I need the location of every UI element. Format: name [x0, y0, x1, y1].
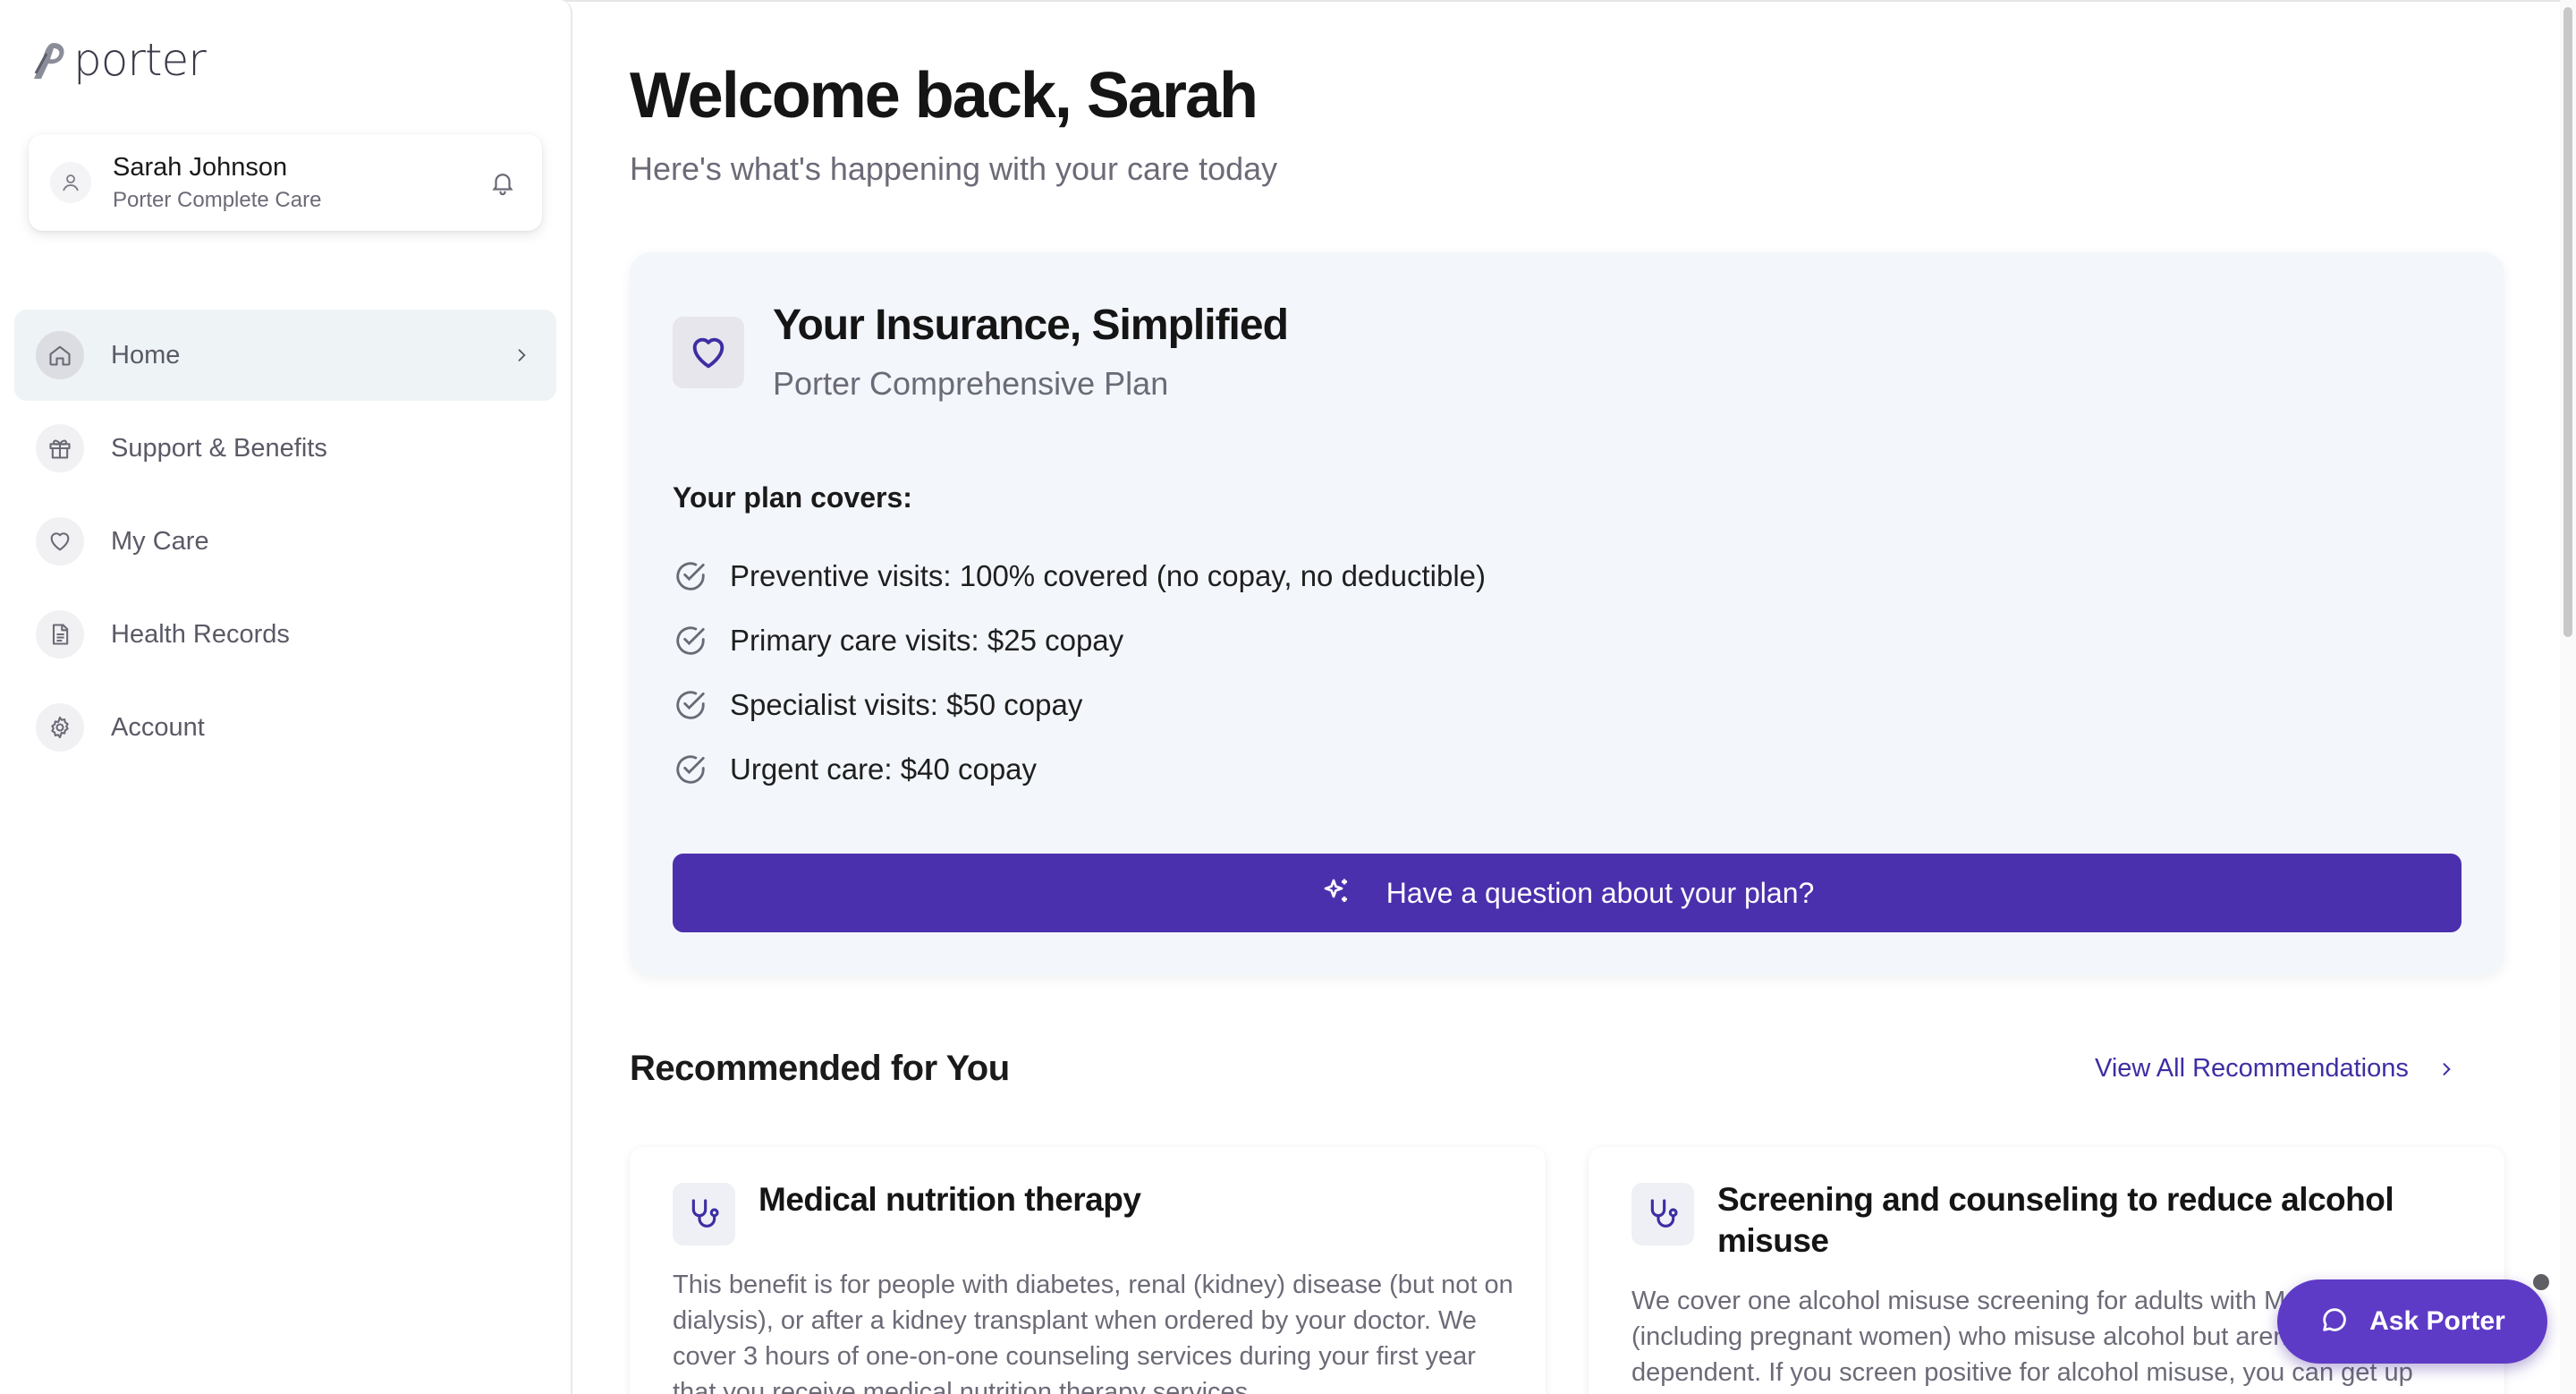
- sidebar-item-health-records[interactable]: Health Records: [14, 589, 556, 680]
- recommendation-card[interactable]: Medical nutrition therapy This benefit i…: [630, 1147, 1546, 1394]
- insurance-plan-name: Porter Comprehensive Plan: [773, 365, 1169, 402]
- cover-item-text: Specialist visits: $50 copay: [730, 688, 1083, 721]
- bell-icon[interactable]: [485, 165, 521, 200]
- check-circle-icon: [673, 752, 708, 787]
- sidebar-item-label: Support & Benefits: [111, 433, 327, 463]
- cover-item: Preventive visits: 100% covered (no copa…: [673, 544, 1486, 608]
- chevron-right-icon: [508, 342, 535, 369]
- heart-icon: [36, 517, 84, 565]
- chat-bubble-icon: [2319, 1305, 2350, 1339]
- cover-item-text: Urgent care: $40 copay: [730, 752, 1038, 786]
- covers-label: Your plan covers:: [673, 481, 912, 514]
- insurance-card: Your Insurance, Simplified Porter Compre…: [630, 252, 2504, 975]
- notification-dot: [2531, 1272, 2551, 1292]
- ask-porter-button[interactable]: Ask Porter: [2277, 1279, 2547, 1364]
- gear-icon: [36, 703, 84, 752]
- sidebar-item-account[interactable]: Account: [14, 682, 556, 773]
- recommendation-description: This benefit is for people with diabetes…: [673, 1271, 1513, 1394]
- sparkle-icon: [1320, 875, 1352, 912]
- sidebar: porter Sarah Johnson Porter Complete Car…: [0, 0, 572, 1394]
- sidebar-item-label: Account: [111, 712, 205, 742]
- cover-item-text: Primary care visits: $25 copay: [730, 624, 1124, 657]
- heart-icon: [673, 317, 744, 388]
- sidebar-nav: Home Support & Benefits My Care Health R…: [14, 310, 556, 775]
- document-icon: [36, 610, 84, 659]
- gift-icon: [36, 424, 84, 472]
- stethoscope-icon: [1631, 1183, 1694, 1245]
- user-plan: Porter Complete Care: [113, 187, 322, 212]
- page-title: Welcome back, Sarah: [630, 60, 1258, 132]
- view-all-recommendations-link[interactable]: View All Recommendations: [2095, 1054, 2457, 1084]
- chevron-right-icon: [2436, 1058, 2457, 1080]
- check-circle-icon: [673, 558, 708, 594]
- recommendation-title: Screening and counseling to reduce alcoh…: [1717, 1181, 2394, 1259]
- check-circle-icon: [673, 623, 708, 659]
- view-all-label: View All Recommendations: [2095, 1054, 2409, 1083]
- sidebar-item-label: Health Records: [111, 619, 290, 649]
- user-name: Sarah Johnson: [113, 152, 288, 182]
- porter-logo[interactable]: porter: [27, 34, 207, 86]
- sidebar-item-support-benefits[interactable]: Support & Benefits: [14, 403, 556, 494]
- home-icon: [36, 331, 84, 379]
- porter-logo-icon: [34, 43, 64, 79]
- check-circle-icon: [673, 687, 708, 723]
- sidebar-item-label: Home: [111, 340, 181, 370]
- cover-item: Specialist visits: $50 copay: [673, 673, 1486, 737]
- insurance-title: Your Insurance, Simplified: [773, 302, 1289, 349]
- cover-item-text: Preventive visits: 100% covered (no copa…: [730, 559, 1487, 592]
- recommendations-title: Recommended for You: [630, 1049, 1010, 1088]
- sidebar-item-label: My Care: [111, 526, 209, 556]
- plan-question-button[interactable]: Have a question about your plan?: [673, 854, 2462, 932]
- user-profile-card[interactable]: Sarah Johnson Porter Complete Care: [29, 134, 542, 231]
- covers-list: Preventive visits: 100% covered (no copa…: [673, 544, 1486, 802]
- page-subtitle: Here's what's happening with your care t…: [630, 150, 1278, 187]
- sidebar-item-home[interactable]: Home: [14, 310, 556, 401]
- cover-item: Urgent care: $40 copay: [673, 737, 1486, 802]
- plan-question-label: Have a question about your plan?: [1385, 876, 1815, 909]
- ask-porter-label: Ask Porter: [2369, 1306, 2505, 1336]
- user-avatar-icon: [50, 162, 91, 203]
- cover-item: Primary care visits: $25 copay: [673, 608, 1486, 673]
- stethoscope-icon: [673, 1183, 735, 1245]
- scrollbar-thumb[interactable]: [2563, 7, 2572, 637]
- logo-text: porter: [73, 34, 207, 86]
- recommendation-title: Medical nutrition therapy: [758, 1181, 1141, 1218]
- sidebar-item-my-care[interactable]: My Care: [14, 496, 556, 587]
